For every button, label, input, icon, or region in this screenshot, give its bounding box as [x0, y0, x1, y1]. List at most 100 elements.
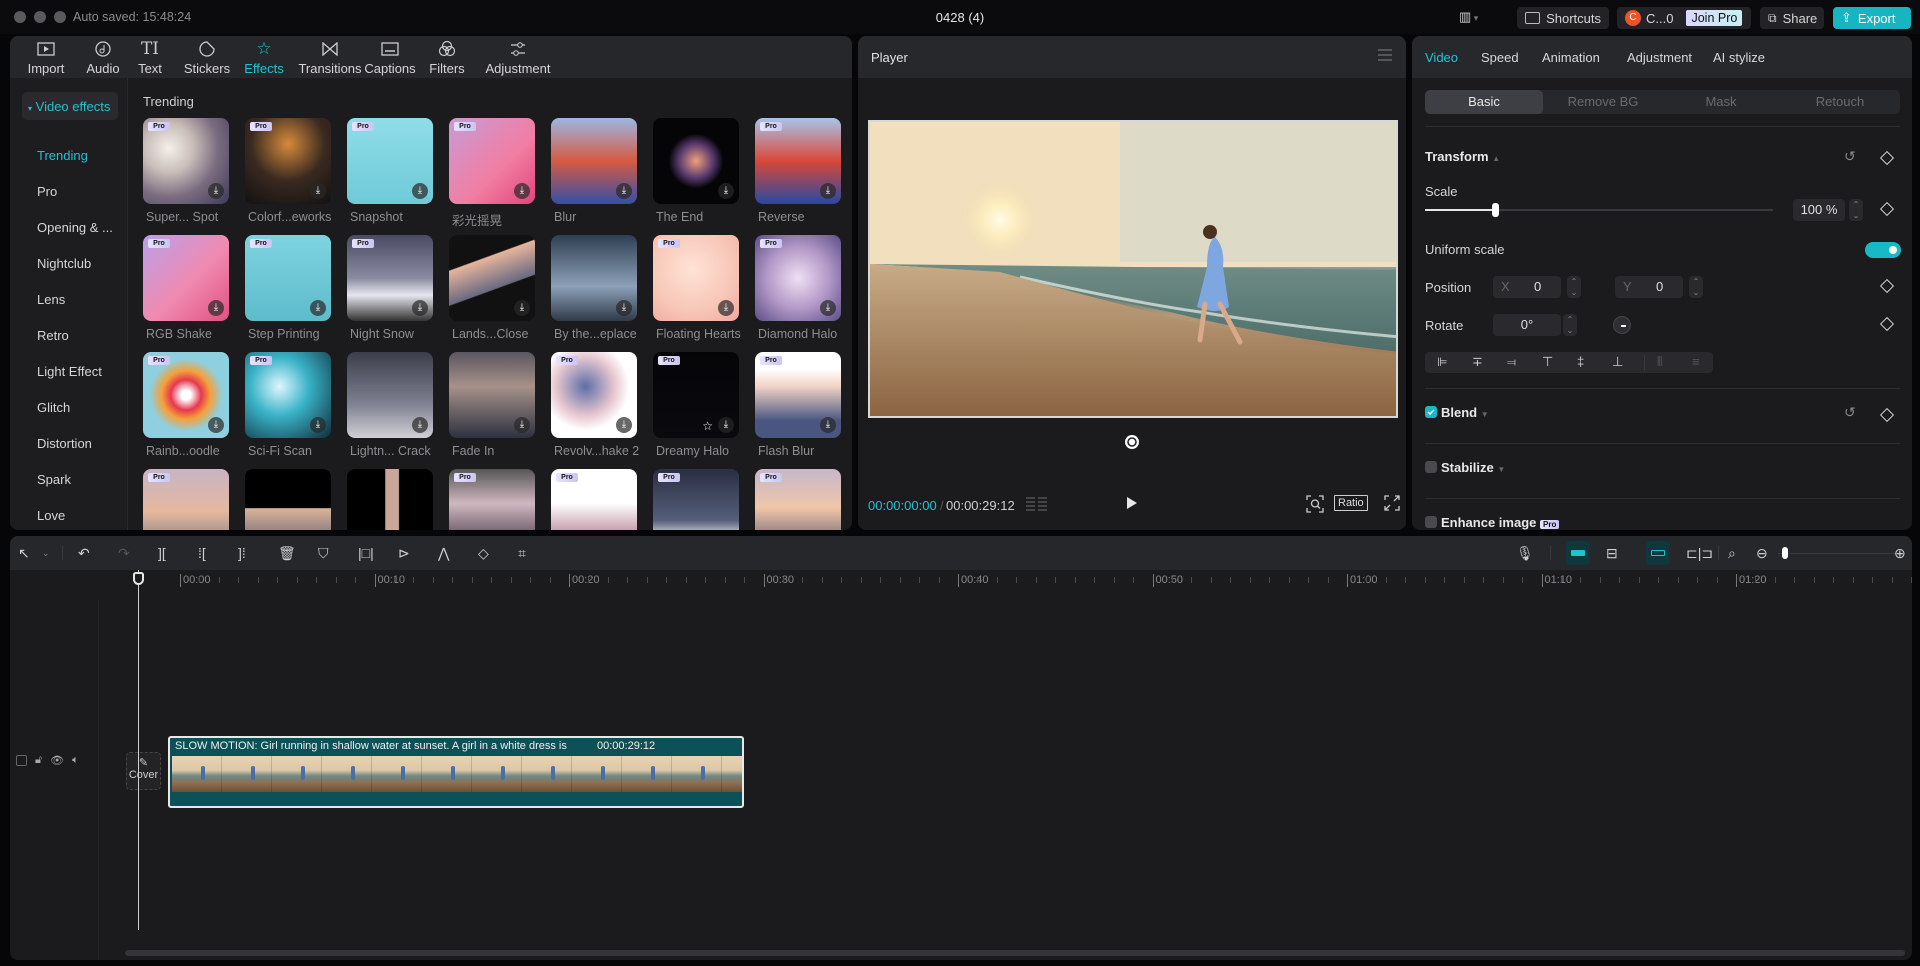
download-icon[interactable]: ⤓ — [208, 300, 224, 316]
time-ruler[interactable]: 00:00 00:10 00:20 00:30 00:40 00:50 01:00 01:10… — [10, 570, 1912, 600]
align-top-icon[interactable]: ⊤ — [1542, 354, 1553, 370]
share-button[interactable]: ⧉ Share — [1760, 7, 1824, 29]
download-icon[interactable]: ⤓ — [514, 300, 530, 316]
tab-video[interactable]: Video — [1425, 50, 1458, 65]
effect-thumbnail[interactable]: Pro — [653, 469, 739, 530]
category-glitch[interactable]: Glitch — [37, 400, 70, 415]
effect-thumbnail[interactable]: Pro — [449, 469, 535, 530]
category-spark[interactable]: Spark — [37, 472, 71, 487]
uniform-scale-toggle[interactable] — [1865, 242, 1901, 258]
download-icon[interactable]: ⤓ — [208, 417, 224, 433]
select-tool-icon[interactable]: ↖ — [18, 544, 30, 562]
track-thumbnail-icon[interactable] — [16, 755, 27, 766]
download-icon[interactable]: ⤓ — [820, 300, 836, 316]
download-icon[interactable]: ⤓ — [310, 183, 326, 199]
download-icon[interactable]: ⤓ — [412, 417, 428, 433]
scale-stepper[interactable]: ⌃ ⌄ — [1849, 199, 1863, 221]
eye-icon[interactable]: 👁︎ — [50, 754, 64, 767]
rotate-dial[interactable] — [1613, 316, 1631, 334]
category-retro[interactable]: Retro — [37, 328, 69, 343]
lock-icon[interactable]: 🔓︎ — [35, 754, 42, 767]
enhance-image-checkbox[interactable] — [1425, 516, 1437, 528]
download-icon[interactable]: ⤓ — [718, 417, 734, 433]
effect-thumbnail[interactable]: ⤓ — [551, 235, 637, 321]
tab-stickers[interactable]: Stickers — [177, 39, 237, 76]
category-lens[interactable]: Lens — [37, 292, 65, 307]
export-button[interactable]: ⇪ Export — [1833, 7, 1911, 29]
effect-thumbnail[interactable]: Pro ⤓ — [143, 235, 229, 321]
undo-icon[interactable]: ↶ — [78, 544, 90, 562]
category-trending[interactable]: Trending — [37, 148, 88, 163]
align-center-v-icon[interactable]: ‡ — [1577, 354, 1584, 369]
transform-section-title[interactable]: Transform ▲ — [1425, 149, 1500, 164]
category-nightclub[interactable]: Nightclub — [37, 256, 91, 271]
tab-text[interactable]: TI Text — [120, 39, 180, 76]
download-icon[interactable]: ⤓ — [514, 417, 530, 433]
download-icon[interactable]: ⤓ — [820, 183, 836, 199]
player-menu-icon[interactable] — [1378, 49, 1392, 61]
join-pro-button[interactable]: Join Pro — [1686, 10, 1743, 26]
download-icon[interactable]: ⤓ — [718, 183, 734, 199]
effect-thumbnail[interactable]: ⤓ — [551, 118, 637, 204]
reset-icon[interactable]: ↺ — [1844, 148, 1856, 165]
subtab-basic[interactable]: Basic — [1425, 90, 1543, 114]
effect-thumbnail[interactable]: Pro ⤓ — [245, 235, 331, 321]
effect-thumbnail[interactable]: Pro ⤓ — [143, 118, 229, 204]
rotate-input[interactable]: 0° — [1493, 314, 1561, 336]
blend-section-title[interactable]: Blend ▼ — [1441, 405, 1489, 420]
tab-import[interactable]: Import — [16, 39, 76, 76]
effect-thumbnail[interactable]: Pro ⤓ — [245, 352, 331, 438]
favorite-icon[interactable]: ☆ — [702, 419, 713, 433]
position-y-stepper[interactable]: ⌃ ⌄ — [1689, 276, 1703, 298]
tab-adjustment-props[interactable]: Adjustment — [1627, 50, 1692, 65]
fullscreen-icon[interactable] — [1384, 495, 1400, 511]
tab-ai-stylize[interactable]: AI stylize — [1713, 50, 1765, 65]
category-light-effect[interactable]: Light Effect — [37, 364, 102, 379]
split-left-icon[interactable]: ⁞[ — [198, 544, 206, 562]
video-clip[interactable]: SLOW MOTION: Girl running in shallow wat… — [168, 736, 744, 808]
layout-menu-button[interactable]: ▥ ▾ — [1459, 9, 1478, 25]
rotate-icon[interactable]: ◇ — [478, 544, 489, 562]
position-x-stepper[interactable]: ⌃ ⌄ — [1567, 276, 1581, 298]
download-icon[interactable]: ⤓ — [616, 183, 632, 199]
effect-thumbnail[interactable]: Pro — [755, 469, 841, 530]
freeze-frame-icon[interactable]: |□| — [358, 544, 374, 562]
zoom-preview-icon[interactable] — [1306, 495, 1324, 513]
linkage-button[interactable] — [1646, 541, 1670, 565]
scale-slider[interactable] — [1425, 203, 1773, 217]
keyframe-icon[interactable] — [1879, 278, 1895, 294]
keyframe-icon[interactable] — [1879, 407, 1895, 423]
auto-snap-icon[interactable]: ⊟ — [1606, 544, 1618, 562]
speed-icon[interactable]: ⊳ — [398, 544, 410, 562]
zoom-to-fit-icon[interactable]: ⌕ — [1728, 544, 1736, 562]
effect-thumbnail[interactable]: Pro ⤓ — [551, 352, 637, 438]
effect-thumbnail[interactable]: Pro — [143, 469, 229, 530]
effect-thumbnail[interactable]: Pro ⤓ — [143, 352, 229, 438]
enhance-image-section-title[interactable]: Enhance image Pro — [1441, 515, 1560, 530]
playhead-line[interactable] — [138, 570, 139, 930]
tab-animation[interactable]: Animation — [1542, 50, 1600, 65]
zoom-in-icon[interactable]: ⊕ — [1894, 544, 1906, 562]
effect-thumbnail[interactable]: Pro ⤓ — [449, 118, 535, 204]
download-icon[interactable]: ⤓ — [820, 417, 836, 433]
split-right-icon[interactable]: ]⁞ — [238, 544, 246, 562]
subtab-retouch[interactable]: Retouch — [1781, 90, 1899, 114]
align-bottom-icon[interactable]: ⊥ — [1612, 354, 1623, 370]
mirror-icon[interactable]: ⋀ — [438, 544, 449, 562]
tab-effects[interactable]: ☆ Effects — [234, 39, 294, 76]
category-pro[interactable]: Pro — [37, 184, 57, 199]
download-icon[interactable]: ⤓ — [718, 300, 734, 316]
subtab-mask[interactable]: Mask — [1662, 90, 1780, 114]
effect-thumbnail[interactable]: Pro ⤓ — [755, 235, 841, 321]
effect-thumbnail[interactable]: Pro ⤓ — [347, 118, 433, 204]
keyframe-icon[interactable] — [1879, 201, 1895, 217]
rotate-handle-icon[interactable] — [1124, 434, 1140, 450]
download-icon[interactable]: ⤓ — [412, 300, 428, 316]
effect-thumbnail[interactable]: Pro ⤓ — [653, 235, 739, 321]
effect-thumbnail[interactable]: ⤓ — [449, 235, 535, 321]
scale-input[interactable]: 100 % — [1793, 199, 1845, 221]
download-icon[interactable]: ⤓ — [412, 183, 428, 199]
subtab-remove-bg[interactable]: Remove BG — [1544, 90, 1662, 114]
playhead-handle[interactable] — [133, 572, 144, 585]
effect-thumbnail[interactable]: Pro ⤓ — [245, 118, 331, 204]
